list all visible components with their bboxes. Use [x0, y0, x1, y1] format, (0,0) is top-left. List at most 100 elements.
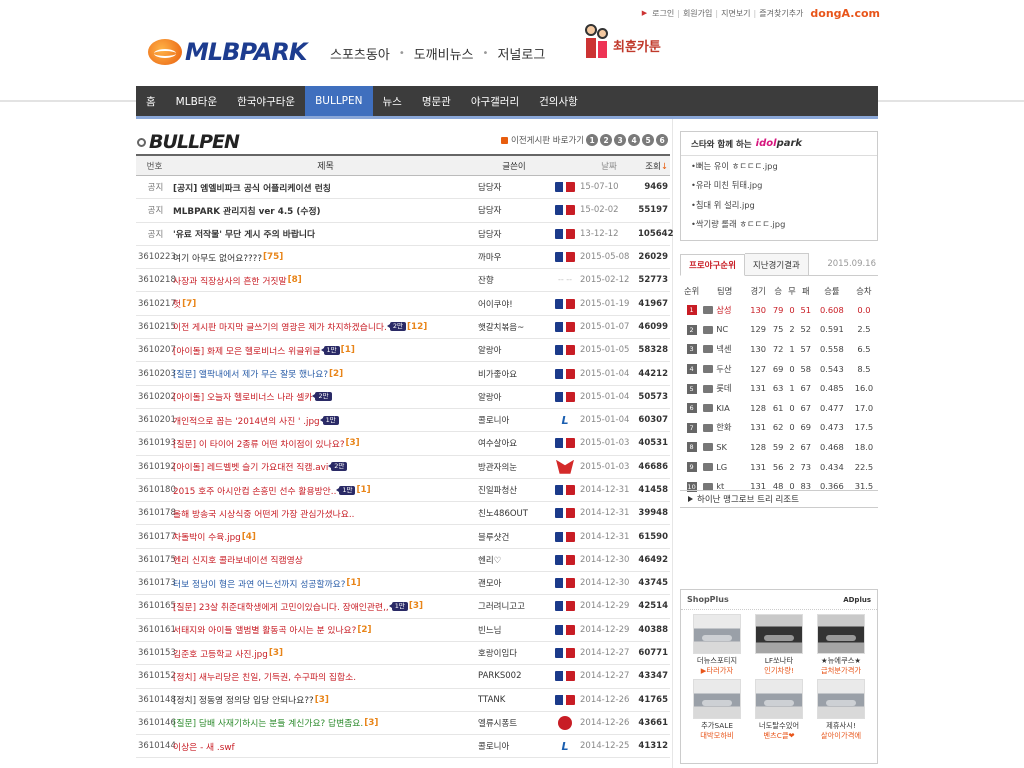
resort-banner[interactable]: 하이난 맹그로브 트리 리조트 [680, 490, 878, 508]
site-link-journallog[interactable]: 저널로그 [497, 44, 545, 63]
post-writer[interactable]: 콜로니아 [478, 414, 550, 426]
post-title-link[interactable]: [질문] 이 타이어 2종류 어떤 차이점이 있나요? [173, 437, 345, 450]
idolpark-item[interactable]: •침대 위 설리.jpg [681, 195, 877, 215]
post-writer[interactable]: TTANK [478, 695, 550, 705]
post-title-link[interactable]: [정치] 정동영 정의당 입당 안되나요?? [173, 693, 314, 706]
donga-logo-link[interactable]: dongA.com [810, 7, 880, 20]
table-row[interactable]: 3610173 터보 정남이 형은 과연 어느선까지 성공할까요? [1] 괜모아 20… [136, 572, 670, 596]
table-row[interactable]: 3610146 [질문] 담배 사재기하시는 분들 계신가요? 답변좀요. [3] 엘… [136, 712, 670, 736]
prev-board-page-6[interactable]: 6 [656, 134, 669, 146]
epaper-link[interactable]: 지면보기 [718, 8, 753, 19]
post-title-link[interactable]: '유료 저작물' 무단 게시 주의 바랍니다 [173, 227, 315, 240]
team-name[interactable]: 두산 [716, 364, 731, 374]
table-row[interactable]: 3610144 이상은 - 새 .swf 콜로니아 L 2014-12-25 41312 [136, 735, 670, 759]
table-row[interactable]: 3610180 2015 호주 아시안컵 손흥민 선수 활용방안.. 1만 [1] 진일… [136, 479, 670, 503]
table-row[interactable]: 3610201 개인적으로 꼽는 '2014년의 사진 ' .jpg 1만 콜로니아 L… [136, 409, 670, 433]
table-row[interactable]: 3610193 [질문] 이 타이어 2종류 어떤 차이점이 있나요? [3] 여수살… [136, 432, 670, 456]
post-writer[interactable]: 친노486OUT [478, 507, 550, 519]
notice-row[interactable]: 공지 [공지] 엠엘비파크 공식 어플리케이션 런칭 담당자 15-07-10 9469 [136, 176, 670, 200]
team-name[interactable]: NC [716, 324, 728, 334]
post-writer[interactable]: PARKS002 [478, 671, 550, 681]
nav-home[interactable]: 홈 [136, 86, 166, 116]
post-writer[interactable]: 진일파청산 [478, 484, 550, 496]
post-title-link[interactable]: [질문] 앨팍내에서 제가 무슨 잘못 했나요? [173, 367, 328, 380]
shop-item[interactable]: 더뉴스포티지 ▶타러가자 [688, 614, 746, 676]
standings-row[interactable]: 1 삼성 130 79 0 51 0.608 0.0 [680, 300, 878, 320]
col-date-header[interactable]: 날짜 [580, 160, 638, 172]
table-row[interactable]: 3610202 [아이돌] 오늘자 헬로비너스 나라 셀카 2만 알랑아 2015-01… [136, 386, 670, 409]
post-title-link[interactable]: [질문] 담배 사재기하시는 분들 계신가요? 답변좀요. [173, 716, 363, 729]
team-name[interactable]: LG [716, 462, 727, 472]
team-name[interactable]: KIA [716, 403, 730, 413]
prev-board-page-3[interactable]: 3 [614, 134, 627, 146]
shop-item[interactable]: 제휴사시! 살아이가격에 [812, 679, 870, 741]
post-writer[interactable]: 여수살아요 [478, 437, 550, 449]
post-writer[interactable]: 담당자 [478, 181, 550, 193]
post-writer[interactable]: 알랑아 [478, 391, 550, 403]
post-title-link[interactable]: 터보 정남이 형은 과연 어느선까지 성공할까요? [173, 577, 345, 590]
table-row[interactable]: 3610153 김준호 고등학교 사진.jpg [3] 호랑이임다 2014-12-27… [136, 642, 670, 666]
post-title-link[interactable]: [아이돌] 오늘자 헬로비너스 나라 셀카 [173, 390, 312, 403]
post-title-link[interactable]: 이전 게시판 마지막 글쓰기의 영광은 제가 차지하겠습니다. [173, 320, 387, 333]
comment-count[interactable]: [8] [288, 275, 302, 285]
standings-row[interactable]: 7 한화 131 62 0 69 0.473 17.5 [680, 418, 878, 438]
prev-board-page-4[interactable]: 4 [628, 134, 641, 146]
standings-row[interactable]: 2 NC 129 75 2 52 0.591 2.5 [680, 320, 878, 340]
post-writer[interactable]: 잔향 [478, 274, 550, 286]
comment-count[interactable]: [7] [182, 299, 196, 309]
nav-news[interactable]: 뉴스 [373, 86, 412, 116]
post-title-link[interactable]: 올해 방송국 시상식중 어떤게 가장 관심가셨나요.. [173, 507, 354, 520]
comment-count[interactable]: [4] [242, 532, 256, 542]
table-row[interactable]: 3610203 [질문] 앨팍내에서 제가 무슨 잘못 했나요? [2] 비가좋아요 2… [136, 362, 670, 386]
nav-korean-baseball-town[interactable]: 한국야구타운 [227, 86, 305, 116]
post-writer[interactable]: 담당자 [478, 228, 550, 240]
tab-standings[interactable]: 프로야구순위 [680, 254, 745, 276]
table-row[interactable]: 3610148 [정치] 정동영 정의당 입당 안되나요?? [3] TTANK 201… [136, 689, 670, 712]
post-writer[interactable]: 담당자 [478, 204, 550, 216]
comment-count[interactable]: [3] [364, 718, 378, 728]
comment-count[interactable]: [1] [346, 578, 360, 588]
post-title-link[interactable]: [아이돌] 레드벨벳 슬기 가요대전 직캠.avi [173, 460, 328, 473]
post-title-link[interactable]: 헨리 신지호 콜라보네이션 직캠영상 [173, 553, 303, 566]
car-image[interactable] [755, 679, 803, 719]
table-row[interactable]: 3610177 차돌박이 수육.jpg [4] 블루샷건 2014-12-31 61590 [136, 525, 670, 549]
post-title-link[interactable]: [아이돌] 화제 모은 헬로비너스 위글위글 [173, 344, 321, 357]
post-title-link[interactable]: 서태지와 아이들 앨범별 활동곡 아시는 분 있나요? [173, 623, 356, 636]
col-views-header[interactable]: 조회↓ [638, 160, 670, 172]
standings-row[interactable]: 4 두산 127 69 0 58 0.543 8.5 [680, 359, 878, 379]
comment-count[interactable]: [3] [409, 601, 423, 611]
post-writer[interactable]: 그러려니고고 [478, 600, 550, 612]
team-name[interactable]: 한화 [716, 422, 731, 432]
idolpark-item[interactable]: •유라 미친 뒤태.jpg [681, 176, 877, 196]
shop-item[interactable]: 추가SALE 대박모하비 [688, 679, 746, 741]
team-name[interactable]: 넥센 [716, 344, 731, 354]
standings-row[interactable]: 9 LG 131 56 2 73 0.434 22.5 [680, 457, 878, 477]
post-title-link[interactable]: 헛 [173, 297, 181, 310]
table-row[interactable]: 3610165 [질문] 23살 취준대학생에게 고민이있습니다. 장애인관련,,… [136, 595, 670, 619]
bookmark-link[interactable]: 즐겨찾기추가 [756, 8, 806, 19]
notice-row[interactable]: 공지 MLBPARK 관리지침 ver 4.5 (수정) 담당자 15-02-02 55… [136, 199, 670, 223]
standings-row[interactable]: 5 롯데 131 63 1 67 0.485 16.0 [680, 378, 878, 398]
nav-mlb-town[interactable]: MLB타운 [166, 86, 227, 116]
post-title-link[interactable]: MLBPARK 관리지침 ver 4.5 (수정) [173, 204, 321, 217]
shop-item[interactable]: LF쏘나타 인기차량! [750, 614, 808, 676]
post-writer[interactable]: 어이쿠야! [478, 298, 550, 310]
post-writer[interactable]: 호랑이임다 [478, 647, 550, 659]
nav-baseball-gallery[interactable]: 야구갤러리 [461, 86, 529, 116]
comment-count[interactable]: [2] [329, 369, 343, 379]
comment-count[interactable]: [1] [341, 345, 355, 355]
post-writer[interactable]: 까마우 [478, 251, 550, 263]
car-image[interactable] [817, 614, 865, 654]
site-link-dokkaebi[interactable]: 도깨비뉴스 [414, 44, 474, 63]
post-writer[interactable]: 비가좋아요 [478, 368, 550, 380]
idolpark-logo[interactable]: idolpark [756, 138, 802, 149]
comment-count[interactable]: [75] [263, 252, 283, 262]
post-title-link[interactable]: 여기 아무도 없어요???? [173, 251, 262, 264]
nav-hall-of-fame[interactable]: 명문관 [412, 86, 461, 116]
post-writer[interactable]: 블루샷건 [478, 531, 550, 543]
notice-row[interactable]: 공지 '유료 저작물' 무단 게시 주의 바랍니다 담당자 13-12-12 10564… [136, 223, 674, 246]
login-link[interactable]: 로그인 [649, 8, 677, 19]
comment-count[interactable]: [3] [315, 695, 329, 705]
standings-row[interactable]: 3 넥센 130 72 1 57 0.558 6.5 [680, 339, 878, 359]
post-title-link[interactable]: 개인적으로 꼽는 '2014년의 사진 ' .jpg [173, 414, 320, 427]
